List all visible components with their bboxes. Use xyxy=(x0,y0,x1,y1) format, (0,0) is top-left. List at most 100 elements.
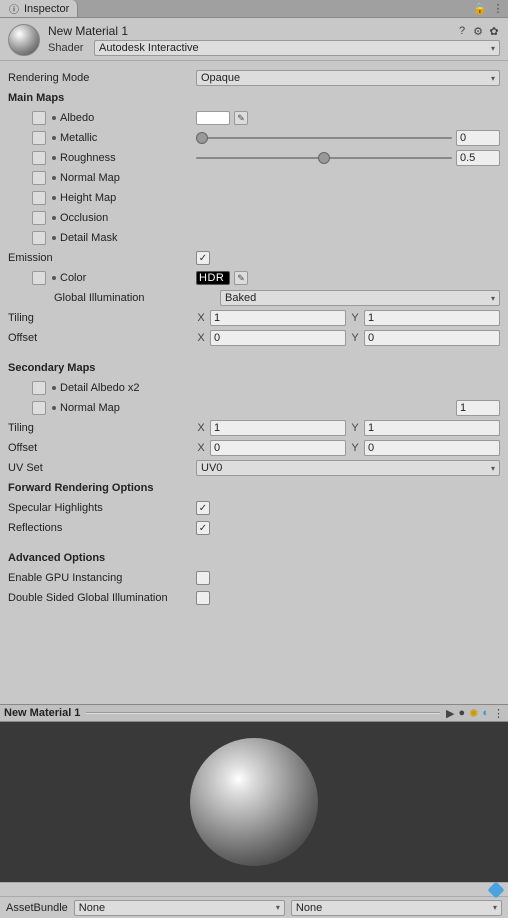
roughness-texture-slot[interactable] xyxy=(32,151,46,165)
y-label: Y xyxy=(350,422,360,434)
specular-checkbox[interactable]: ✓ xyxy=(196,501,210,515)
chevron-down-icon: ▾ xyxy=(276,903,280,912)
tiling-y-input[interactable]: 1 xyxy=(364,310,500,326)
property-override-icon xyxy=(52,196,56,200)
material-name: New Material 1 xyxy=(48,24,456,38)
menu-icon[interactable]: ⋮ xyxy=(492,3,504,15)
x-label: X xyxy=(196,442,206,454)
metallic-label: Metallic xyxy=(60,132,97,144)
preview-viewport[interactable] xyxy=(0,722,508,882)
y-label: Y xyxy=(350,442,360,454)
metallic-value-input[interactable]: 0 xyxy=(456,130,500,146)
property-override-icon xyxy=(52,176,56,180)
shader-label: Shader xyxy=(48,42,88,54)
emission-color-texture-slot[interactable] xyxy=(32,271,46,285)
shape-icon[interactable]: ● xyxy=(458,707,465,719)
chevron-down-icon: ▾ xyxy=(491,74,495,83)
roughness-slider[interactable] xyxy=(196,151,452,165)
emission-checkbox[interactable]: ✓ xyxy=(196,251,210,265)
detail-mask-label: Detail Mask xyxy=(60,232,117,244)
chevron-down-icon: ▾ xyxy=(491,44,495,53)
height-map-label: Height Map xyxy=(60,192,116,204)
gi-dropdown[interactable]: Baked ▾ xyxy=(220,290,500,306)
assetbundle-bar: AssetBundle None ▾ None ▾ xyxy=(0,896,508,918)
offset-label: Offset xyxy=(8,332,196,344)
property-override-icon xyxy=(52,236,56,240)
forward-rendering-heading: Forward Rendering Options xyxy=(8,482,196,494)
albedo-label: Albedo xyxy=(60,112,94,124)
tiling2-y-input[interactable]: 1 xyxy=(364,420,500,436)
tab-inspector[interactable]: ⓘ Inspector xyxy=(0,0,78,17)
uv-set-dropdown[interactable]: UV0 ▾ xyxy=(196,460,500,476)
menu-icon[interactable]: ⋮ xyxy=(493,707,504,720)
drag-handle-icon[interactable] xyxy=(86,712,440,714)
tiling-label: Tiling xyxy=(8,312,196,324)
normal-map-texture-slot[interactable] xyxy=(32,171,46,185)
preview-title: New Material 1 xyxy=(4,707,80,719)
play-icon[interactable]: ▶ xyxy=(446,707,454,720)
assetbundle-variant-dropdown[interactable]: None ▾ xyxy=(291,900,502,916)
x-label: X xyxy=(196,312,206,324)
shader-value: Autodesk Interactive xyxy=(99,42,199,54)
settings-icon[interactable]: ✿ xyxy=(488,25,500,37)
material-thumbnail-icon[interactable] xyxy=(8,24,40,56)
eyedropper-icon[interactable]: ✎ xyxy=(234,271,248,285)
label-strip xyxy=(0,882,508,896)
emission-color-label: Color xyxy=(60,272,86,284)
skybox-icon[interactable]: ◐ xyxy=(482,707,489,719)
offset-y-input[interactable]: 0 xyxy=(364,330,500,346)
detail-albedo-label: Detail Albedo x2 xyxy=(60,382,140,394)
chevron-down-icon: ▾ xyxy=(493,903,497,912)
x-label: X xyxy=(196,332,206,344)
uv-set-label: UV Set xyxy=(8,462,196,474)
main-maps-heading: Main Maps xyxy=(8,92,196,104)
occlusion-texture-slot[interactable] xyxy=(32,211,46,225)
offset2-x-input[interactable]: 0 xyxy=(210,440,346,456)
offset-x-input[interactable]: 0 xyxy=(210,330,346,346)
y-label: Y xyxy=(350,312,360,324)
height-map-texture-slot[interactable] xyxy=(32,191,46,205)
property-override-icon xyxy=(52,116,56,120)
gpu-instancing-checkbox[interactable] xyxy=(196,571,210,585)
chevron-down-icon: ▾ xyxy=(491,294,495,303)
property-override-icon xyxy=(52,156,56,160)
metallic-texture-slot[interactable] xyxy=(32,131,46,145)
albedo-texture-slot[interactable] xyxy=(32,111,46,125)
tiling-x-input[interactable]: 1 xyxy=(210,310,346,326)
occlusion-label: Occlusion xyxy=(60,212,108,224)
preset-icon[interactable]: ⚙ xyxy=(472,25,484,37)
preview-header[interactable]: New Material 1 ▶ ● ✺ ◐ ⋮ xyxy=(0,704,508,722)
eyedropper-icon[interactable]: ✎ xyxy=(234,111,248,125)
property-override-icon xyxy=(52,136,56,140)
assetbundle-dropdown[interactable]: None ▾ xyxy=(74,900,285,916)
property-override-icon xyxy=(52,276,56,280)
rendering-mode-dropdown[interactable]: Opaque ▾ xyxy=(196,70,500,86)
normal-map-label: Normal Map xyxy=(60,172,120,184)
specular-label: Specular Highlights xyxy=(8,502,196,514)
roughness-value-input[interactable]: 0.5 xyxy=(456,150,500,166)
albedo-color-field[interactable] xyxy=(196,111,230,125)
lighting-icon[interactable]: ✺ xyxy=(469,707,478,720)
x-label: X xyxy=(196,422,206,434)
tab-label: Inspector xyxy=(24,3,69,15)
normal-map2-value-input[interactable]: 1 xyxy=(456,400,500,416)
chevron-down-icon: ▾ xyxy=(491,464,495,473)
lock-icon[interactable]: 🔒 xyxy=(474,3,486,15)
offset2-label: Offset xyxy=(8,442,196,454)
emission-color-field[interactable]: HDR xyxy=(196,271,230,285)
info-icon: ⓘ xyxy=(8,3,20,15)
gi-label: Global Illumination xyxy=(8,292,196,304)
shader-dropdown[interactable]: Autodesk Interactive ▾ xyxy=(94,40,500,56)
offset2-y-input[interactable]: 0 xyxy=(364,440,500,456)
properties-panel: Rendering Mode Opaque ▾ Main Maps Albedo… xyxy=(0,61,508,704)
normal-map2-texture-slot[interactable] xyxy=(32,401,46,415)
metallic-slider[interactable] xyxy=(196,131,452,145)
help-icon[interactable]: ? xyxy=(456,25,468,37)
rendering-mode-label: Rendering Mode xyxy=(8,72,196,84)
reflections-checkbox[interactable]: ✓ xyxy=(196,521,210,535)
tab-bar: ⓘ Inspector 🔒 ⋮ xyxy=(0,0,508,18)
tiling2-x-input[interactable]: 1 xyxy=(210,420,346,436)
detail-mask-texture-slot[interactable] xyxy=(32,231,46,245)
double-sided-gi-checkbox[interactable] xyxy=(196,591,210,605)
detail-albedo-texture-slot[interactable] xyxy=(32,381,46,395)
